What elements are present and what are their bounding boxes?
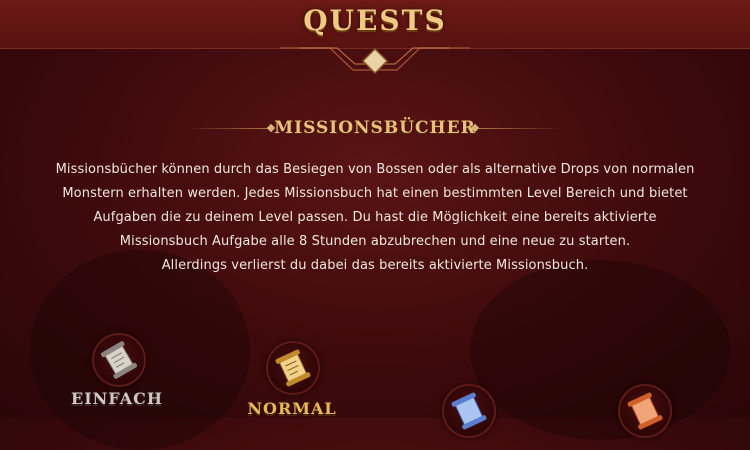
quests-header: QUESTS: [0, 0, 750, 49]
scroll-icon: [442, 384, 496, 438]
scroll-icon: [266, 341, 320, 395]
description-line: Monstern erhalten werden. Jedes Missions…: [62, 186, 688, 201]
section-title: MISSIONSBÜCHER: [274, 118, 476, 138]
book-label-einfach: EINFACH: [71, 389, 163, 408]
description-line: Allerdings verlierst du dabei das bereit…: [161, 258, 589, 273]
scroll-icon: [92, 333, 146, 387]
background-silhouette-right: [470, 260, 730, 440]
header-ornament: [280, 47, 470, 75]
book-label-normal: NORMAL: [247, 399, 337, 418]
description-text: Missionsbücher können durch das Besiegen…: [40, 158, 710, 278]
description-line: Missionsbuch Aufgabe alle 8 Stunden abzu…: [119, 234, 631, 249]
scroll-icon: [618, 384, 672, 438]
description-line: Aufgaben die zu deinem Level passen. Du …: [93, 210, 657, 225]
section-heading: MISSIONSBÜCHER: [0, 118, 750, 140]
page-title: QUESTS: [303, 4, 447, 37]
section-rule-right: [478, 128, 563, 129]
description-line: Missionsbücher können durch das Besiegen…: [55, 162, 695, 177]
